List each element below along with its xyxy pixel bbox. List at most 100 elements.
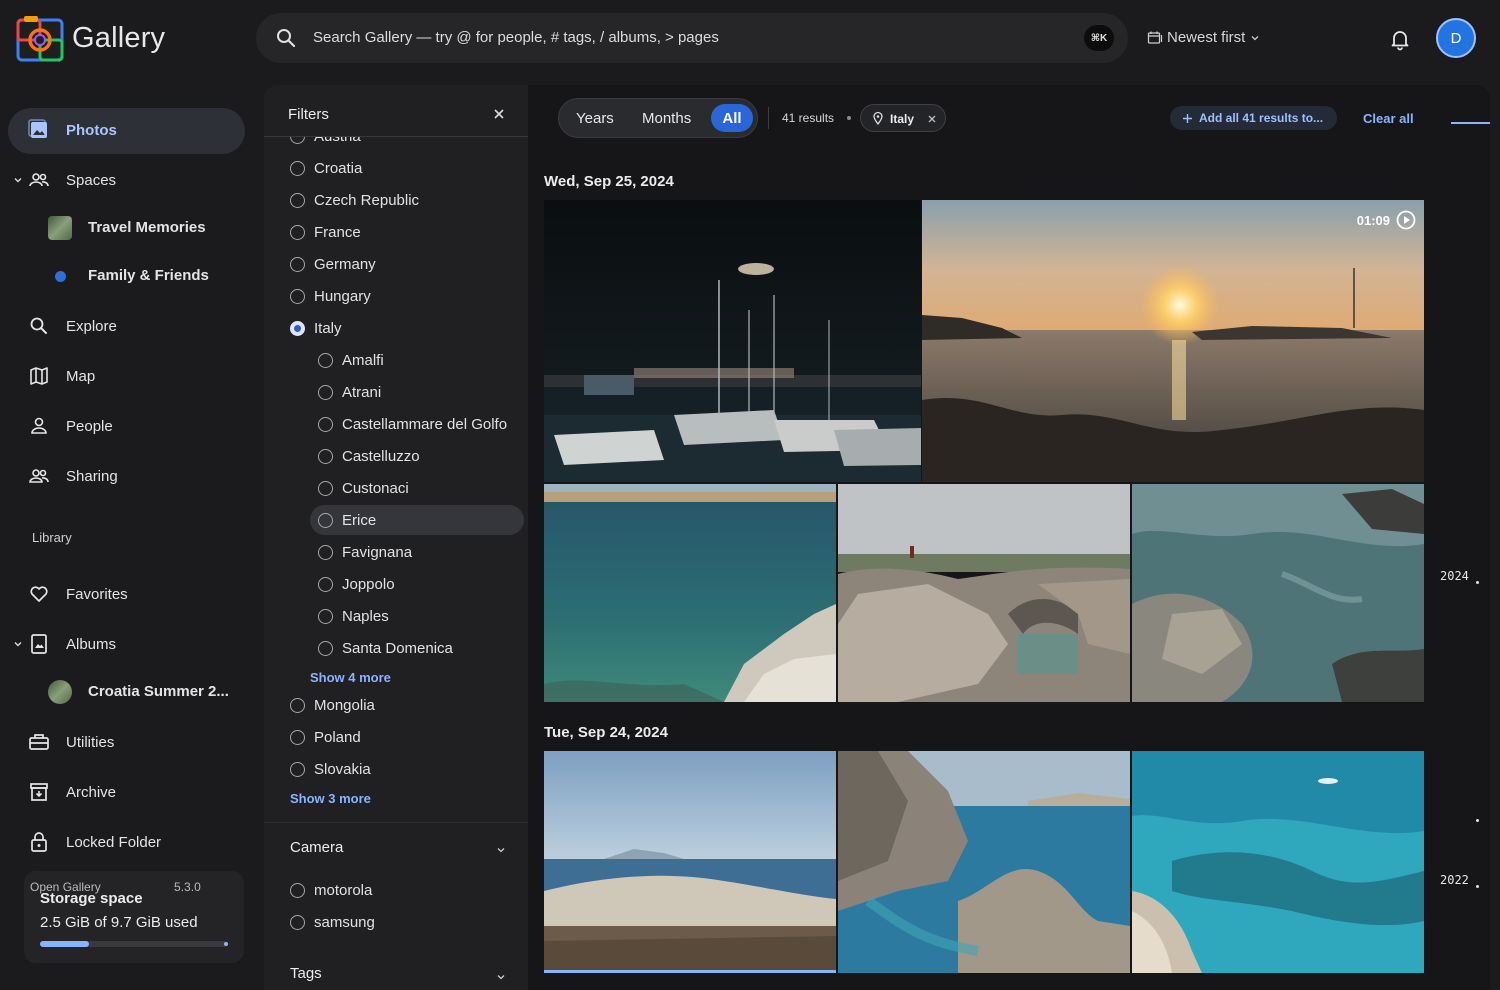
- filter-option[interactable]: Slovakia: [290, 754, 528, 784]
- nav-archive[interactable]: Archive: [8, 770, 245, 816]
- filter-option[interactable]: Castelluzzo: [318, 441, 528, 471]
- filter-option[interactable]: Naples: [318, 601, 528, 631]
- nav-albums[interactable]: Albums: [8, 622, 245, 668]
- filter-option[interactable]: Mongolia: [290, 690, 528, 720]
- close-icon[interactable]: [492, 107, 506, 121]
- nav-favorites[interactable]: Favorites: [8, 572, 245, 618]
- results-count: 41 results: [782, 111, 835, 125]
- user-avatar[interactable]: D: [1436, 18, 1476, 58]
- radio-button[interactable]: [290, 289, 305, 304]
- app-logo[interactable]: Gallery: [16, 14, 165, 62]
- view-years-button[interactable]: Years: [576, 110, 614, 127]
- filter-option[interactable]: Joppolo: [318, 569, 528, 599]
- filter-option-label: Favignana: [342, 544, 413, 561]
- filter-option[interactable]: Erice: [310, 505, 524, 535]
- photo-thumbnail[interactable]: [544, 484, 836, 702]
- radio-button[interactable]: [290, 193, 305, 208]
- nav-photos[interactable]: Photos: [8, 108, 245, 154]
- notifications-bell-icon[interactable]: [1388, 27, 1412, 51]
- remove-filter-icon[interactable]: [927, 113, 937, 123]
- filter-option[interactable]: Atrani: [318, 377, 528, 407]
- space-label: Travel Memories: [88, 219, 206, 236]
- filter-option[interactable]: Custonaci: [318, 473, 528, 503]
- album-croatia-summer[interactable]: Croatia Summer 2...: [8, 672, 245, 712]
- photo-thumbnail[interactable]: [1132, 751, 1424, 973]
- radio-button[interactable]: [318, 545, 333, 560]
- radio-button[interactable]: [318, 385, 333, 400]
- photo-thumbnail[interactable]: [544, 200, 921, 482]
- filter-option[interactable]: Poland: [290, 722, 528, 752]
- filter-option[interactable]: Amalfi: [318, 345, 528, 375]
- radio-button[interactable]: [290, 321, 305, 336]
- radio-button[interactable]: [318, 417, 333, 432]
- photo-thumbnail[interactable]: [1132, 484, 1424, 702]
- radio-button[interactable]: [318, 609, 333, 624]
- filter-option[interactable]: samsung: [290, 907, 528, 937]
- location-filter-chip[interactable]: Italy: [860, 104, 946, 132]
- toolbar-scroll-indicator: [1451, 122, 1490, 124]
- chevron-down-icon[interactable]: [496, 969, 506, 980]
- filter-option-label: samsung: [314, 914, 375, 931]
- toolbox-icon: [28, 731, 50, 753]
- filter-option-label: Castelluzzo: [342, 448, 420, 465]
- nav-locked-folder[interactable]: Locked Folder: [8, 820, 245, 866]
- filter-option[interactable]: Germany: [290, 249, 528, 279]
- filter-option[interactable]: France: [290, 217, 528, 247]
- photo-thumbnail[interactable]: [544, 751, 836, 973]
- footer-app-link[interactable]: Open Gallery: [30, 880, 101, 894]
- nav-map[interactable]: Map: [8, 354, 245, 400]
- sort-dropdown[interactable]: Newest first: [1147, 29, 1261, 46]
- space-travel-memories[interactable]: Travel Memories: [8, 208, 245, 248]
- filter-option[interactable]: Castellammare del Golfo: [318, 409, 528, 439]
- filter-option[interactable]: Croatia: [290, 153, 528, 183]
- radio-button[interactable]: [290, 730, 305, 745]
- radio-button[interactable]: [290, 762, 305, 777]
- radio-button[interactable]: [290, 257, 305, 272]
- nav-explore[interactable]: Explore: [8, 304, 245, 350]
- show-more-countries-link[interactable]: Show 3 more: [290, 791, 371, 806]
- timeline-year-label[interactable]: 2022: [1440, 873, 1469, 887]
- clear-all-button[interactable]: Clear all: [1363, 111, 1414, 126]
- timeline-year-label[interactable]: 2024: [1440, 569, 1469, 583]
- filter-option-label: Naples: [342, 608, 389, 625]
- view-months-button[interactable]: Months: [642, 110, 691, 127]
- radio-button[interactable]: [318, 513, 333, 528]
- tags-section-title[interactable]: Tags: [290, 965, 322, 982]
- add-all-results-button[interactable]: Add all 41 results to...: [1170, 106, 1338, 130]
- radio-button[interactable]: [318, 481, 333, 496]
- search-input[interactable]: Search Gallery — try @ for people, # tag…: [313, 29, 719, 46]
- filter-option[interactable]: Czech Republic: [290, 185, 528, 215]
- camera-section-title[interactable]: Camera: [290, 839, 343, 856]
- video-thumbnail[interactable]: 01:09: [922, 200, 1424, 482]
- nav-sharing[interactable]: Sharing: [8, 454, 245, 500]
- location-chip-label: Italy: [890, 112, 915, 126]
- radio-button[interactable]: [318, 641, 333, 656]
- radio-button[interactable]: [290, 915, 305, 930]
- filter-option[interactable]: Hungary: [290, 281, 528, 311]
- filter-option[interactable]: Italy: [290, 313, 528, 343]
- radio-button[interactable]: [290, 225, 305, 240]
- radio-button[interactable]: [318, 353, 333, 368]
- gallery-app: Gallery Search Gallery — try @ for peopl…: [0, 0, 1500, 990]
- radio-button[interactable]: [290, 698, 305, 713]
- nav-utilities[interactable]: Utilities: [8, 720, 245, 766]
- filter-option-label: Castellammare del Golfo: [342, 416, 508, 433]
- radio-button[interactable]: [318, 577, 333, 592]
- filter-option[interactable]: Favignana: [318, 537, 528, 567]
- filter-option[interactable]: motorola: [290, 875, 528, 905]
- photo-thumbnail[interactable]: [838, 484, 1130, 702]
- radio-button[interactable]: [290, 883, 305, 898]
- photo-thumbnail[interactable]: [838, 751, 1130, 973]
- space-family-friends[interactable]: Family & Friends: [8, 256, 245, 296]
- radio-button[interactable]: [290, 161, 305, 176]
- view-all-button[interactable]: All: [711, 104, 753, 132]
- chevron-down-icon[interactable]: [12, 173, 24, 185]
- nav-spaces[interactable]: Spaces: [8, 158, 245, 204]
- filter-option[interactable]: Santa Domenica: [318, 633, 528, 663]
- chevron-down-icon[interactable]: [496, 842, 506, 853]
- chevron-down-icon[interactable]: [12, 637, 24, 649]
- search-bar[interactable]: Search Gallery — try @ for people, # tag…: [256, 13, 1128, 63]
- radio-button[interactable]: [318, 449, 333, 464]
- nav-people[interactable]: People: [8, 404, 245, 450]
- show-more-places-link[interactable]: Show 4 more: [310, 670, 391, 685]
